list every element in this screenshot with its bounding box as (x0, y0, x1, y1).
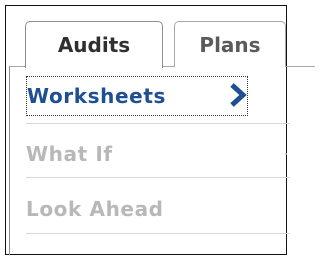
tab-audits-label: Audits (57, 33, 131, 57)
panel-left-rule (9, 66, 10, 255)
menu-item-worksheets-label: Worksheets (27, 84, 166, 108)
menu-item-what-if-label: What If (26, 142, 113, 166)
menu-item-what-if[interactable]: What If (26, 134, 276, 174)
tab-plans-label: Plans (199, 32, 261, 57)
selected-tab-connector (26, 66, 162, 68)
tab-audits[interactable]: Audits (25, 21, 163, 68)
menu-divider (26, 177, 290, 178)
small-indicator-mark (285, 153, 287, 155)
menu-item-look-ahead[interactable]: Look Ahead (26, 189, 276, 229)
menu-item-worksheets[interactable]: Worksheets (26, 76, 248, 116)
menu-divider (26, 233, 290, 234)
tab-plans[interactable]: Plans (174, 21, 286, 67)
chevron-right-icon (230, 83, 247, 107)
menu-item-look-ahead-label: Look Ahead (26, 197, 164, 221)
menu-divider (26, 123, 290, 124)
